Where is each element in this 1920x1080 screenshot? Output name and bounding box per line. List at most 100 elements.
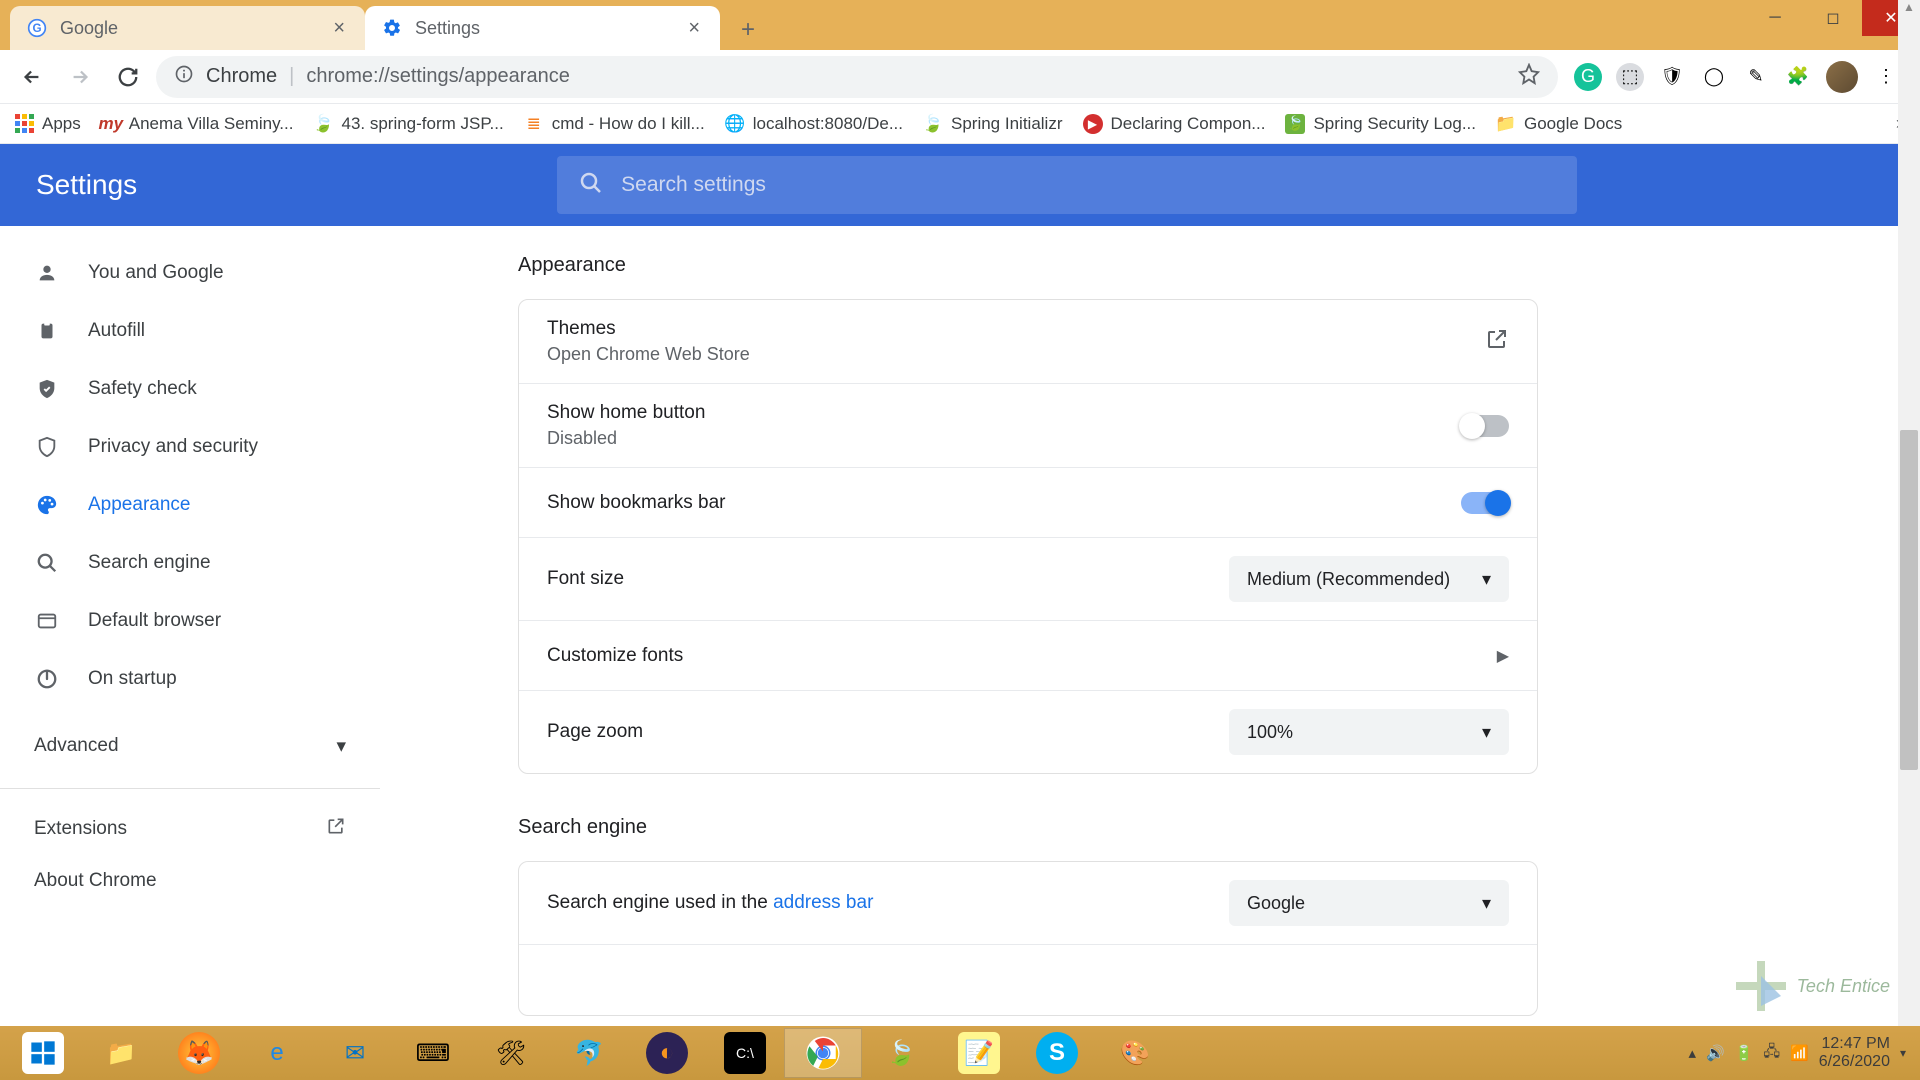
bookmark-item[interactable]: 🍃Spring Initializr <box>923 114 1063 134</box>
bookmark-item[interactable]: myAnema Villa Seminy... <box>101 114 294 134</box>
sidebar-label: On startup <box>88 668 177 690</box>
address-bar[interactable]: Chrome | chrome://settings/appearance <box>156 56 1558 98</box>
section-title-appearance: Appearance <box>518 254 1920 277</box>
site-info-icon[interactable] <box>174 64 194 90</box>
bookmark-item[interactable]: 🍃Spring Security Log... <box>1285 114 1476 134</box>
extension-icon[interactable]: ⬚ <box>1616 63 1644 91</box>
bookmark-item[interactable]: 🌐localhost:8080/De... <box>725 114 903 134</box>
grammarly-icon[interactable]: G <box>1574 63 1602 91</box>
close-tab-icon[interactable]: × <box>329 17 349 40</box>
home-button-toggle[interactable] <box>1461 415 1509 437</box>
bookmark-item[interactable]: ▶ Declaring Compon... <box>1083 114 1266 134</box>
tray-chevron-icon[interactable]: ▴ <box>1688 1044 1696 1062</box>
search-engine-dropdown[interactable]: Google▾ <box>1229 880 1509 926</box>
spring-tool-icon[interactable]: 🍃 <box>862 1028 940 1078</box>
row-search-engine: Search engine used in the address bar Go… <box>519 862 1537 945</box>
minimize-button[interactable]: ─ <box>1746 0 1804 36</box>
sticky-notes-icon[interactable]: 📝 <box>940 1028 1018 1078</box>
search-engine-card: Search engine used in the address bar Go… <box>518 861 1538 1016</box>
sidebar-advanced[interactable]: Advanced▾ <box>0 718 380 774</box>
sidebar-item-autofill[interactable]: Autofill <box>0 302 380 360</box>
sidebar-item-privacy[interactable]: Privacy and security <box>0 418 380 476</box>
battery-icon[interactable]: 🔋 <box>1735 1044 1754 1062</box>
terminal-icon[interactable]: C:\ <box>706 1028 784 1078</box>
extensions-label: Extensions <box>34 818 127 840</box>
watermark: Tech Entice <box>1731 956 1890 1016</box>
bookmark-item[interactable]: ≣cmd - How do I kill... <box>524 114 705 134</box>
address-bar-link[interactable]: address bar <box>773 892 873 913</box>
font-size-dropdown[interactable]: Medium (Recommended)▾ <box>1229 556 1509 602</box>
tab-google[interactable]: G Google × <box>10 6 365 50</box>
external-link-icon <box>326 816 346 842</box>
file-explorer-icon[interactable]: 📁 <box>82 1028 160 1078</box>
advanced-label: Advanced <box>34 735 119 757</box>
reload-button[interactable] <box>108 57 148 97</box>
svg-text:G: G <box>32 22 41 35</box>
sidebar-item-you-and-google[interactable]: You and Google <box>0 244 380 302</box>
bookmark-label: Google Docs <box>1524 114 1622 134</box>
sidebar-item-default-browser[interactable]: Default browser <box>0 592 380 650</box>
wifi-icon[interactable]: 📶 <box>1790 1044 1809 1062</box>
back-button[interactable] <box>12 57 52 97</box>
network-icon[interactable]: 🖧 <box>1763 1041 1780 1066</box>
ie-icon[interactable]: e <box>238 1028 316 1078</box>
search-settings[interactable] <box>557 156 1577 214</box>
sidebar-extensions[interactable]: Extensions <box>0 803 380 855</box>
paint-icon[interactable]: 🎨 <box>1096 1028 1174 1078</box>
scrollbar-thumb[interactable] <box>1900 430 1918 770</box>
address-separator: | <box>289 65 294 88</box>
mail-icon[interactable]: ✉ <box>316 1028 394 1078</box>
bookmark-label: Apps <box>42 114 81 134</box>
notifications-icon[interactable]: ▾ <box>1900 1046 1906 1060</box>
extensions-menu-icon[interactable]: 🧩 <box>1784 63 1812 91</box>
bookmark-item[interactable]: 🍃43. spring-form JSP... <box>313 114 503 134</box>
sidebar-item-safety-check[interactable]: Safety check <box>0 360 380 418</box>
sidebar-label: Default browser <box>88 610 221 632</box>
chrome-menu-icon[interactable]: ⋮ <box>1872 63 1900 91</box>
sidebar-about[interactable]: About Chrome <box>0 855 380 907</box>
row-themes[interactable]: ThemesOpen Chrome Web Store <box>519 300 1537 384</box>
page-zoom-dropdown[interactable]: 100%▾ <box>1229 709 1509 755</box>
row-customize-fonts[interactable]: Customize fonts ▶ <box>519 621 1537 691</box>
search-settings-input[interactable] <box>621 173 1555 197</box>
adblock-icon[interactable]: 🛡 <box>1658 63 1686 91</box>
system-tray: ▴ 🔊 🔋 🖧 📶 12:47 PM 6/26/2020 ▾ <box>1678 1035 1916 1072</box>
keyboard-icon[interactable]: ⌨ <box>394 1028 472 1078</box>
bookmark-label: Anema Villa Seminy... <box>129 114 294 134</box>
maximize-button[interactable]: ◻ <box>1804 0 1862 36</box>
eclipse-icon[interactable]: ◐ <box>628 1028 706 1078</box>
firefox-icon[interactable]: 🦊 <box>160 1028 238 1078</box>
power-icon <box>34 668 60 690</box>
extension-icon[interactable]: ✎ <box>1742 63 1770 91</box>
bookmark-item[interactable]: 📁Google Docs <box>1496 114 1622 134</box>
volume-icon[interactable]: 🔊 <box>1706 1044 1725 1062</box>
chevron-down-icon: ▾ <box>1482 893 1491 914</box>
scrollbar-track[interactable]: ▲ ▼ <box>1898 0 1920 1080</box>
close-tab-icon[interactable]: × <box>684 17 704 40</box>
sidebar-item-on-startup[interactable]: On startup <box>0 650 380 708</box>
scroll-up-icon[interactable]: ▲ <box>1898 0 1920 20</box>
bookmark-favicon: ▶ <box>1083 114 1103 134</box>
settings-title: Settings <box>36 169 137 201</box>
tools-icon[interactable]: 🛠 <box>472 1028 550 1078</box>
profile-avatar[interactable] <box>1826 61 1858 93</box>
tray-clock[interactable]: 12:47 PM 6/26/2020 <box>1819 1035 1890 1072</box>
mysql-icon[interactable]: 🐬 <box>550 1028 628 1078</box>
skype-icon[interactable]: S <box>1018 1028 1096 1078</box>
new-tab-button[interactable]: + <box>728 10 768 50</box>
tab-settings[interactable]: Settings × <box>365 6 720 50</box>
extension-icon[interactable]: ◯ <box>1700 63 1728 91</box>
start-button[interactable] <box>4 1028 82 1078</box>
bookmark-star-icon[interactable] <box>1518 63 1540 91</box>
bookmark-label: Declaring Compon... <box>1111 114 1266 134</box>
sidebar-label: Safety check <box>88 378 197 400</box>
bookmarks-bar-toggle[interactable] <box>1461 492 1509 514</box>
sidebar-item-search-engine[interactable]: Search engine <box>0 534 380 592</box>
apps-shortcut[interactable]: Apps <box>14 114 81 134</box>
spring-icon: 🍃 <box>923 114 943 134</box>
sidebar-item-appearance[interactable]: Appearance <box>0 476 380 534</box>
sidebar-divider <box>0 788 380 789</box>
forward-button[interactable] <box>60 57 100 97</box>
palette-icon <box>34 494 60 516</box>
chrome-icon[interactable] <box>784 1028 862 1078</box>
